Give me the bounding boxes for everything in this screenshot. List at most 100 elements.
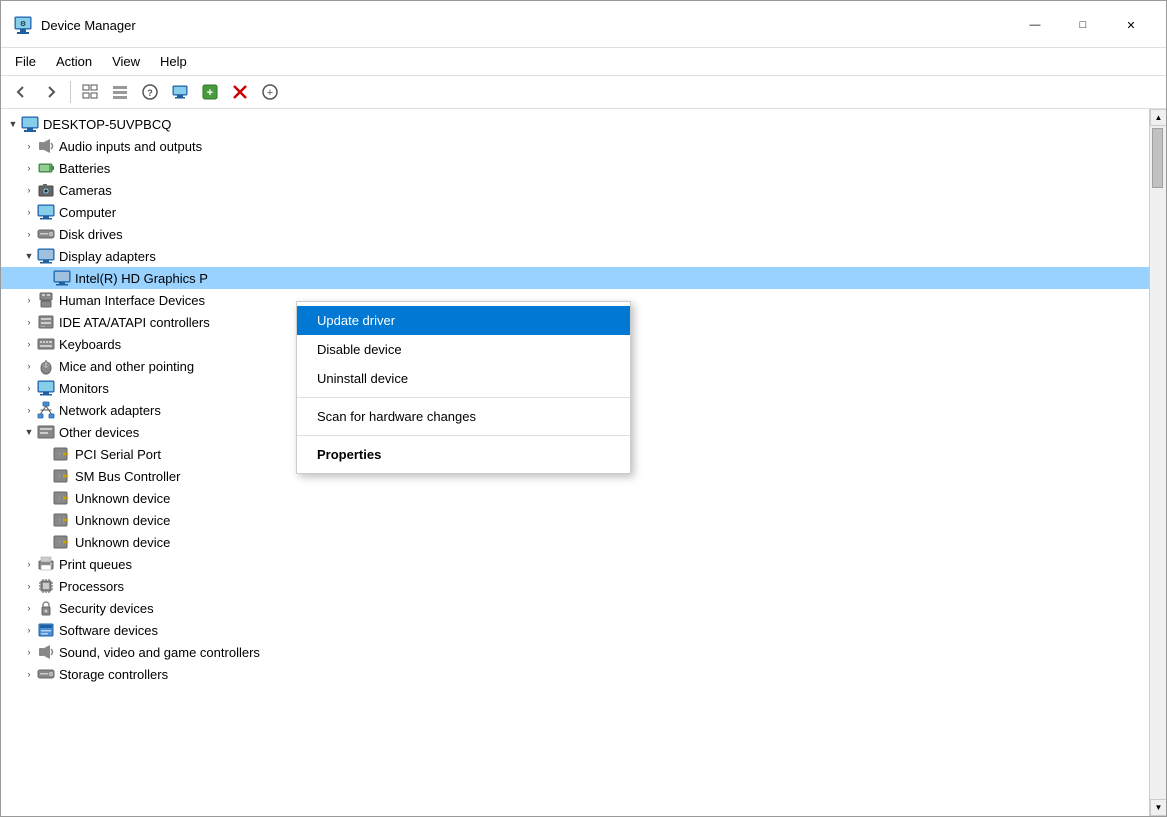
root-icon [21, 115, 39, 133]
ctx-disable-device[interactable]: Disable device [297, 335, 630, 364]
tree-display[interactable]: ▼ Display adapters [1, 245, 1149, 267]
tree-processors[interactable]: › [1, 575, 1149, 597]
mice-arrow: › [21, 358, 37, 374]
intel-label: Intel(R) HD Graphics P [75, 271, 208, 286]
tree-computer[interactable]: › Computer [1, 201, 1149, 223]
ctx-sep-2 [297, 435, 630, 436]
mice-icon [37, 357, 55, 375]
menu-file[interactable]: File [5, 50, 46, 73]
processors-label: Processors [59, 579, 124, 594]
unknown3-arrow [37, 534, 53, 550]
back-button[interactable] [7, 79, 35, 105]
window-title: Device Manager [41, 18, 136, 33]
title-bar-left: ⚙ Device Manager [13, 15, 136, 35]
processors-arrow: › [21, 578, 37, 594]
smbus-icon: ! [53, 467, 71, 485]
scroll-thumb[interactable] [1152, 128, 1163, 188]
keyboards-arrow: › [21, 336, 37, 352]
tree-sound[interactable]: › Sound, video and game controllers [1, 641, 1149, 663]
software-label: Software devices [59, 623, 158, 638]
ctx-update-driver[interactable]: Update driver [297, 306, 630, 335]
devices-by-type-button[interactable] [106, 79, 134, 105]
network-arrow: › [21, 402, 37, 418]
disk-label: Disk drives [59, 227, 123, 242]
device-manager-window: ⚙ Device Manager — □ ✕ File Action View … [0, 0, 1167, 817]
svg-text:!: ! [58, 540, 60, 547]
tree-audio[interactable]: › Audio inputs and outputs [1, 135, 1149, 157]
storage-arrow: › [21, 666, 37, 682]
unknown1-icon: ! [53, 489, 71, 507]
menu-action[interactable]: Action [46, 50, 102, 73]
unknown2-icon: ! [53, 511, 71, 529]
add-hardware-button[interactable]: + [196, 79, 224, 105]
print-label: Print queues [59, 557, 132, 572]
ide-icon [37, 313, 55, 331]
scroll-track[interactable] [1150, 126, 1166, 799]
disk-icon [37, 225, 55, 243]
network-icon [37, 401, 55, 419]
security-icon [37, 599, 55, 617]
forward-button[interactable] [37, 79, 65, 105]
tree-unknown-2[interactable]: ! Unknown device [1, 509, 1149, 531]
other-icon [37, 423, 55, 441]
svg-text:⚙: ⚙ [20, 20, 26, 28]
tree-security[interactable]: › Security devices [1, 597, 1149, 619]
scroll-up-button[interactable]: ▲ [1150, 109, 1166, 126]
tree-batteries[interactable]: › Batteries [1, 157, 1149, 179]
audio-arrow: › [21, 138, 37, 154]
computer-icon [37, 203, 55, 221]
computer-properties-button[interactable] [166, 79, 194, 105]
svg-text:!: ! [58, 474, 60, 481]
other-arrow: ▼ [21, 424, 37, 440]
ide-label: IDE ATA/ATAPI controllers [59, 315, 210, 330]
tree-view-button[interactable] [76, 79, 104, 105]
intel-icon [53, 269, 71, 287]
maximize-button[interactable]: □ [1060, 9, 1106, 41]
pci-serial-icon: ! [53, 445, 71, 463]
intel-arrow [37, 270, 53, 286]
cameras-icon [37, 181, 55, 199]
scrollbar[interactable]: ▲ ▼ [1149, 109, 1166, 816]
print-icon [37, 555, 55, 573]
close-button[interactable]: ✕ [1108, 9, 1154, 41]
svg-text:!: ! [58, 496, 60, 503]
computer-label: Computer [59, 205, 116, 220]
ctx-sep-1 [297, 397, 630, 398]
toolbar-sep-1 [70, 81, 71, 103]
monitors-icon [37, 379, 55, 397]
software-icon [37, 621, 55, 639]
svg-text:!: ! [58, 452, 60, 459]
help-button[interactable]: ? [136, 79, 164, 105]
svg-text:+: + [207, 87, 213, 99]
uninstall-button[interactable] [226, 79, 254, 105]
ctx-uninstall-device[interactable]: Uninstall device [297, 364, 630, 393]
scroll-down-button[interactable]: ▼ [1150, 799, 1166, 816]
tree-intel-graphics[interactable]: Intel(R) HD Graphics P [1, 267, 1149, 289]
keyboards-icon [37, 335, 55, 353]
tree-unknown-3[interactable]: ! Unknown device [1, 531, 1149, 553]
menu-help[interactable]: Help [150, 50, 197, 73]
display-icon [37, 247, 55, 265]
menu-view[interactable]: View [102, 50, 150, 73]
svg-text:?: ? [147, 88, 153, 98]
update-driver-button[interactable]: + [256, 79, 284, 105]
tree-storage[interactable]: › Storage controllers [1, 663, 1149, 685]
tree-software[interactable]: › Software devices [1, 619, 1149, 641]
tree-cameras[interactable]: › Cameras [1, 179, 1149, 201]
pci-serial-arrow [37, 446, 53, 462]
tree-disk[interactable]: › Disk drives [1, 223, 1149, 245]
monitors-arrow: › [21, 380, 37, 396]
unknown1-arrow [37, 490, 53, 506]
keyboards-label: Keyboards [59, 337, 121, 352]
tree-unknown-1[interactable]: ! Unknown device [1, 487, 1149, 509]
storage-icon [37, 665, 55, 683]
audio-label: Audio inputs and outputs [59, 139, 202, 154]
monitors-label: Monitors [59, 381, 109, 396]
tree-root[interactable]: ▼ DESKTOP-5UVPBCQ [1, 113, 1149, 135]
ctx-scan-hardware[interactable]: Scan for hardware changes [297, 402, 630, 431]
sound-icon [37, 643, 55, 661]
ctx-properties[interactable]: Properties [297, 440, 630, 469]
minimize-button[interactable]: — [1012, 9, 1058, 41]
unknown2-label: Unknown device [75, 513, 170, 528]
tree-print[interactable]: › Print queues [1, 553, 1149, 575]
